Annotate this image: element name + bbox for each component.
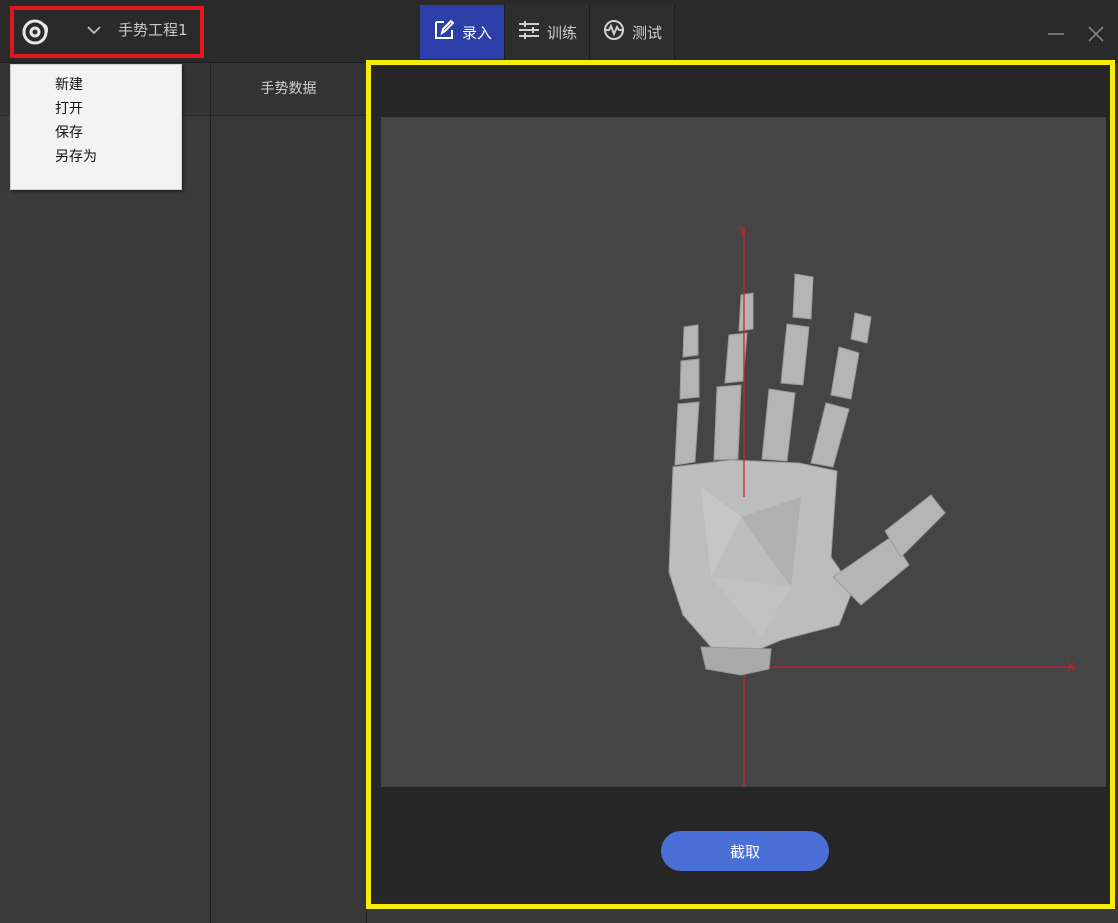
hand-3d-viewport[interactable]: Y X xyxy=(381,117,1106,787)
tab-test-label: 测试 xyxy=(632,23,663,42)
menu-item-save-as[interactable]: 另存为 xyxy=(11,145,181,169)
sliders-icon xyxy=(517,18,541,46)
mode-tabs: 录入 训练 测试 xyxy=(420,5,676,59)
close-icon[interactable] xyxy=(1086,24,1106,44)
menu-item-save[interactable]: 保存 xyxy=(11,121,181,145)
app-logo-icon[interactable] xyxy=(20,14,54,48)
title-bar: 手势工程1 录入 训练 测试 xyxy=(0,0,1118,63)
chevron-down-icon[interactable] xyxy=(86,22,102,38)
capture-area-highlight: Y X 截取 xyxy=(366,60,1115,909)
minimize-icon[interactable] xyxy=(1046,24,1066,44)
edit-icon xyxy=(432,18,456,46)
tab-train-label: 训练 xyxy=(547,23,578,42)
x-axis-label: X xyxy=(1067,660,1075,674)
gesture-data-header: 手势数据 xyxy=(211,63,366,116)
capture-button[interactable]: 截取 xyxy=(661,831,829,871)
pulse-icon xyxy=(602,18,626,46)
project-panel xyxy=(0,63,211,923)
tab-record-label: 录入 xyxy=(462,23,493,42)
project-menu: 新建 打开 保存 另存为 xyxy=(10,64,182,190)
y-axis-label: Y xyxy=(738,224,746,238)
menu-item-open[interactable]: 打开 xyxy=(11,97,181,121)
project-name[interactable]: 手势工程1 xyxy=(118,19,188,40)
hand-model: Y X xyxy=(668,224,1076,787)
tab-test[interactable]: 测试 xyxy=(590,5,676,59)
gesture-data-panel: 手势数据 xyxy=(211,63,367,923)
tab-record[interactable]: 录入 xyxy=(420,5,506,59)
tab-train[interactable]: 训练 xyxy=(505,5,591,59)
menu-item-new[interactable]: 新建 xyxy=(11,73,181,97)
